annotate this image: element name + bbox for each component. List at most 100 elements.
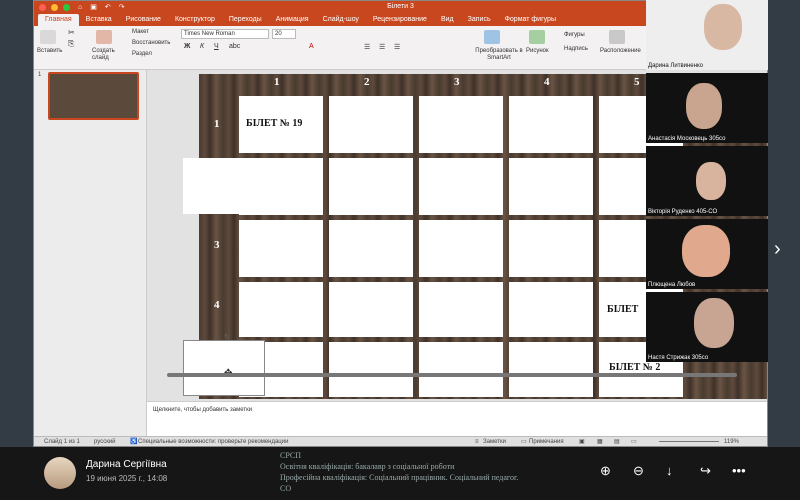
tab-home[interactable]: Главная bbox=[38, 14, 79, 26]
participant-video[interactable]: Настя Стрижак 305со bbox=[646, 292, 768, 362]
status-notes-button[interactable]: Заметки bbox=[483, 439, 506, 445]
italic-icon[interactable]: К bbox=[200, 43, 204, 50]
section-button[interactable]: Раздел bbox=[132, 51, 152, 57]
status-language[interactable]: русский bbox=[94, 439, 116, 445]
participant-face bbox=[694, 298, 734, 348]
download-icon[interactable]: ↓ bbox=[666, 463, 673, 478]
shapes-button[interactable]: Фигуры bbox=[564, 32, 585, 38]
ticket-cell[interactable] bbox=[509, 96, 593, 153]
share-icon[interactable]: ↪ bbox=[700, 463, 711, 479]
copy-icon[interactable]: ⎘ bbox=[68, 39, 74, 49]
ticket-cell[interactable] bbox=[419, 342, 503, 397]
slide-sorter-icon[interactable]: ▦ bbox=[597, 438, 603, 445]
participant-name: Настя Стрижак 305со bbox=[648, 355, 709, 361]
zoom-out-icon[interactable]: ⊖ bbox=[633, 463, 644, 479]
notes-icon: ≡ bbox=[475, 438, 479, 445]
participant-video[interactable]: Плющена Любов bbox=[646, 219, 768, 289]
new-slide-icon[interactable] bbox=[96, 30, 112, 44]
font-size-select[interactable]: 20 bbox=[272, 29, 296, 39]
tab-record[interactable]: Запись bbox=[461, 14, 498, 26]
cut-icon[interactable]: ✂ bbox=[68, 28, 75, 37]
selected-ticket-cell[interactable]: ↻ ✥ bbox=[183, 334, 265, 396]
tab-transitions[interactable]: Переходы bbox=[222, 14, 269, 26]
reading-view-icon[interactable]: ▤ bbox=[614, 438, 620, 445]
ticket-cell[interactable] bbox=[509, 158, 593, 215]
horizontal-scrollbar[interactable] bbox=[167, 373, 737, 377]
layout-button[interactable]: Макет bbox=[132, 29, 149, 35]
ticket-cell[interactable]: БІЛЕТ № 19 bbox=[239, 96, 323, 153]
picture-button[interactable]: Рисунок bbox=[526, 48, 549, 54]
status-accessibility[interactable]: Специальные возможности: проверьте реком… bbox=[138, 439, 288, 445]
align-right-icon[interactable]: ☰ bbox=[394, 43, 400, 51]
ticket-cell[interactable] bbox=[239, 282, 323, 337]
notes-pane[interactable]: Щелкните, чтобы добавить заметки bbox=[147, 401, 767, 436]
slide-thumbnail[interactable] bbox=[48, 72, 139, 120]
dragged-ticket-cell[interactable] bbox=[183, 158, 263, 214]
ticket-cell[interactable] bbox=[419, 220, 503, 277]
participant-video[interactable]: Вікторія Руденко 405-СО bbox=[646, 146, 768, 216]
tab-review[interactable]: Рецензирование bbox=[366, 14, 434, 26]
ticket-cell[interactable] bbox=[329, 342, 413, 397]
slide-number: 1 bbox=[38, 72, 42, 78]
avatar bbox=[44, 457, 76, 489]
column-header-3: 3 bbox=[454, 76, 460, 88]
column-header-1: 1 bbox=[274, 76, 280, 88]
ticket-cell[interactable] bbox=[419, 96, 503, 153]
tab-shape-format[interactable]: Формат фигуры bbox=[498, 14, 563, 26]
ticket-cell[interactable] bbox=[329, 96, 413, 153]
status-comments-button[interactable]: Примечания bbox=[529, 439, 564, 445]
paste-button[interactable]: Вставить bbox=[37, 48, 62, 54]
paste-icon[interactable] bbox=[40, 30, 56, 44]
smartart-button[interactable]: Преобразовать в SmartArt bbox=[474, 48, 524, 62]
ticket-label: БІЛЕТ bbox=[607, 304, 639, 315]
participant-name: Дарина Литвиненко bbox=[648, 63, 703, 69]
ticket-label: БІЛЕТ № 2 bbox=[609, 362, 661, 373]
textbox-button[interactable]: Надпись bbox=[564, 46, 588, 52]
notes-placeholder: Щелкните, чтобы добавить заметки bbox=[153, 407, 253, 413]
tab-insert[interactable]: Вставка bbox=[79, 14, 119, 26]
ticket-cell[interactable] bbox=[509, 342, 593, 397]
participant-video[interactable]: Дарина Литвиненко bbox=[646, 0, 768, 70]
participant-face bbox=[686, 83, 722, 129]
doc-line: Освітня кваліфікація: бакалавр з соціаль… bbox=[280, 462, 455, 471]
reset-button[interactable]: Восстановить bbox=[132, 40, 170, 46]
ticket-cell[interactable] bbox=[419, 282, 503, 337]
bold-icon[interactable]: Ж bbox=[184, 43, 190, 50]
font-name-select[interactable]: Times New Roman bbox=[181, 29, 269, 39]
next-arrow-icon[interactable]: › bbox=[774, 238, 781, 261]
zoom-in-icon[interactable]: ⊕ bbox=[600, 463, 611, 479]
ticket-cell[interactable] bbox=[509, 282, 593, 337]
tab-design[interactable]: Конструктор bbox=[168, 14, 222, 26]
comments-icon: ▭ bbox=[521, 439, 527, 445]
normal-view-icon[interactable]: ▣ bbox=[579, 438, 585, 445]
ticket-cell[interactable] bbox=[239, 220, 323, 277]
ticket-cell[interactable] bbox=[509, 220, 593, 277]
more-icon[interactable]: ••• bbox=[732, 463, 746, 478]
tab-draw[interactable]: Рисование bbox=[119, 14, 168, 26]
arrange-button[interactable]: Расположение bbox=[600, 48, 641, 54]
participant-video[interactable]: Анастасія Московець 305со bbox=[646, 73, 768, 143]
tab-slideshow[interactable]: Слайд-шоу bbox=[316, 14, 366, 26]
ticket-cell[interactable] bbox=[329, 282, 413, 337]
participant-face bbox=[696, 162, 726, 200]
align-left-icon[interactable]: ☰ bbox=[364, 43, 370, 51]
rotate-handle-icon[interactable]: ↻ bbox=[224, 333, 230, 341]
zoom-slider[interactable] bbox=[659, 441, 719, 442]
slideshow-icon[interactable]: ▭ bbox=[631, 438, 637, 445]
tab-animations[interactable]: Анимация bbox=[269, 14, 316, 26]
align-center-icon[interactable]: ☰ bbox=[379, 43, 385, 51]
smartart-icon[interactable] bbox=[484, 30, 500, 44]
zoom-level[interactable]: 119% bbox=[724, 439, 739, 445]
font-color-icon[interactable]: A bbox=[309, 43, 314, 50]
tab-view[interactable]: Вид bbox=[434, 14, 461, 26]
strikethrough-icon[interactable]: abc bbox=[229, 43, 240, 50]
ticket-cell[interactable] bbox=[329, 158, 413, 215]
row-header-1: 1 bbox=[214, 118, 220, 130]
picture-icon[interactable] bbox=[529, 30, 545, 44]
new-slide-button[interactable]: Создать слайд bbox=[92, 48, 118, 62]
ticket-cell[interactable] bbox=[329, 220, 413, 277]
arrange-icon[interactable] bbox=[609, 30, 625, 44]
underline-icon[interactable]: Ч bbox=[214, 43, 219, 50]
sender-name: Дарина Сергіївна bbox=[86, 459, 167, 470]
ticket-cell[interactable] bbox=[419, 158, 503, 215]
